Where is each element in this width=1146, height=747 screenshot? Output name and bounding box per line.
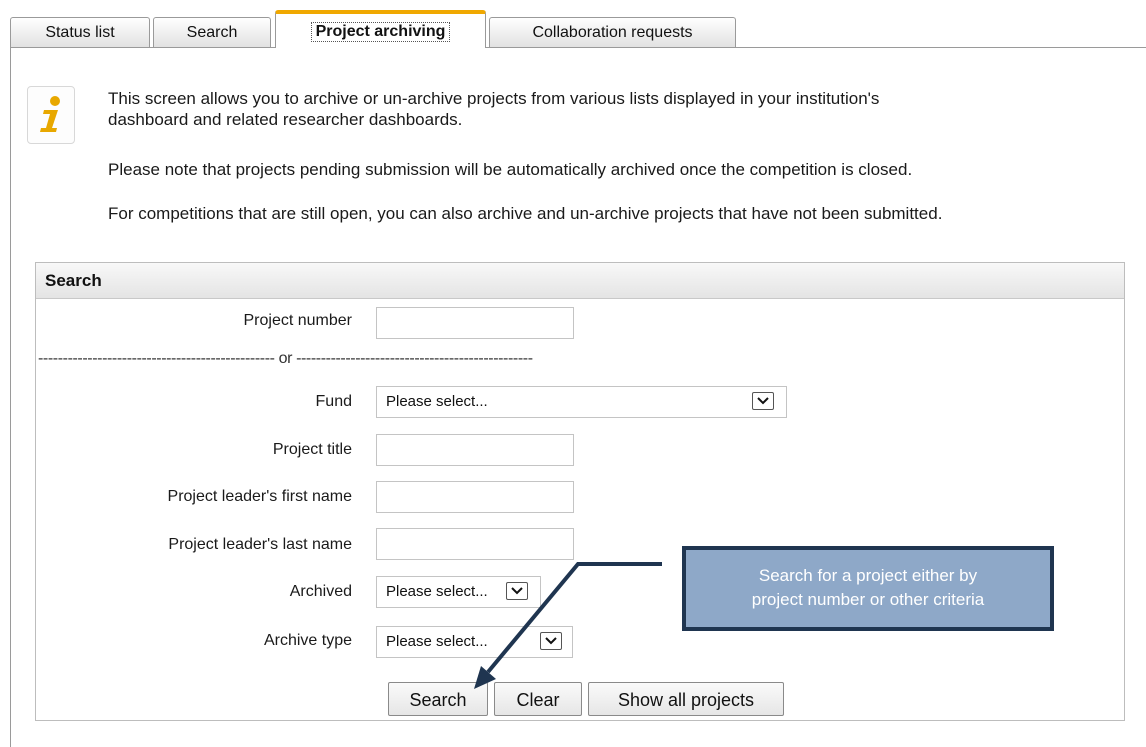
callout-text-line-1: Search for a project either by xyxy=(758,566,978,585)
tab-project-archiving[interactable]: Project archiving xyxy=(275,10,486,48)
callout-box: Search for a project either by project n… xyxy=(682,546,1054,631)
callout-text-line-2: project number or other criteria xyxy=(751,590,985,609)
callout-arrow xyxy=(474,562,662,689)
tab-project-archiving-label: Project archiving xyxy=(310,22,451,42)
